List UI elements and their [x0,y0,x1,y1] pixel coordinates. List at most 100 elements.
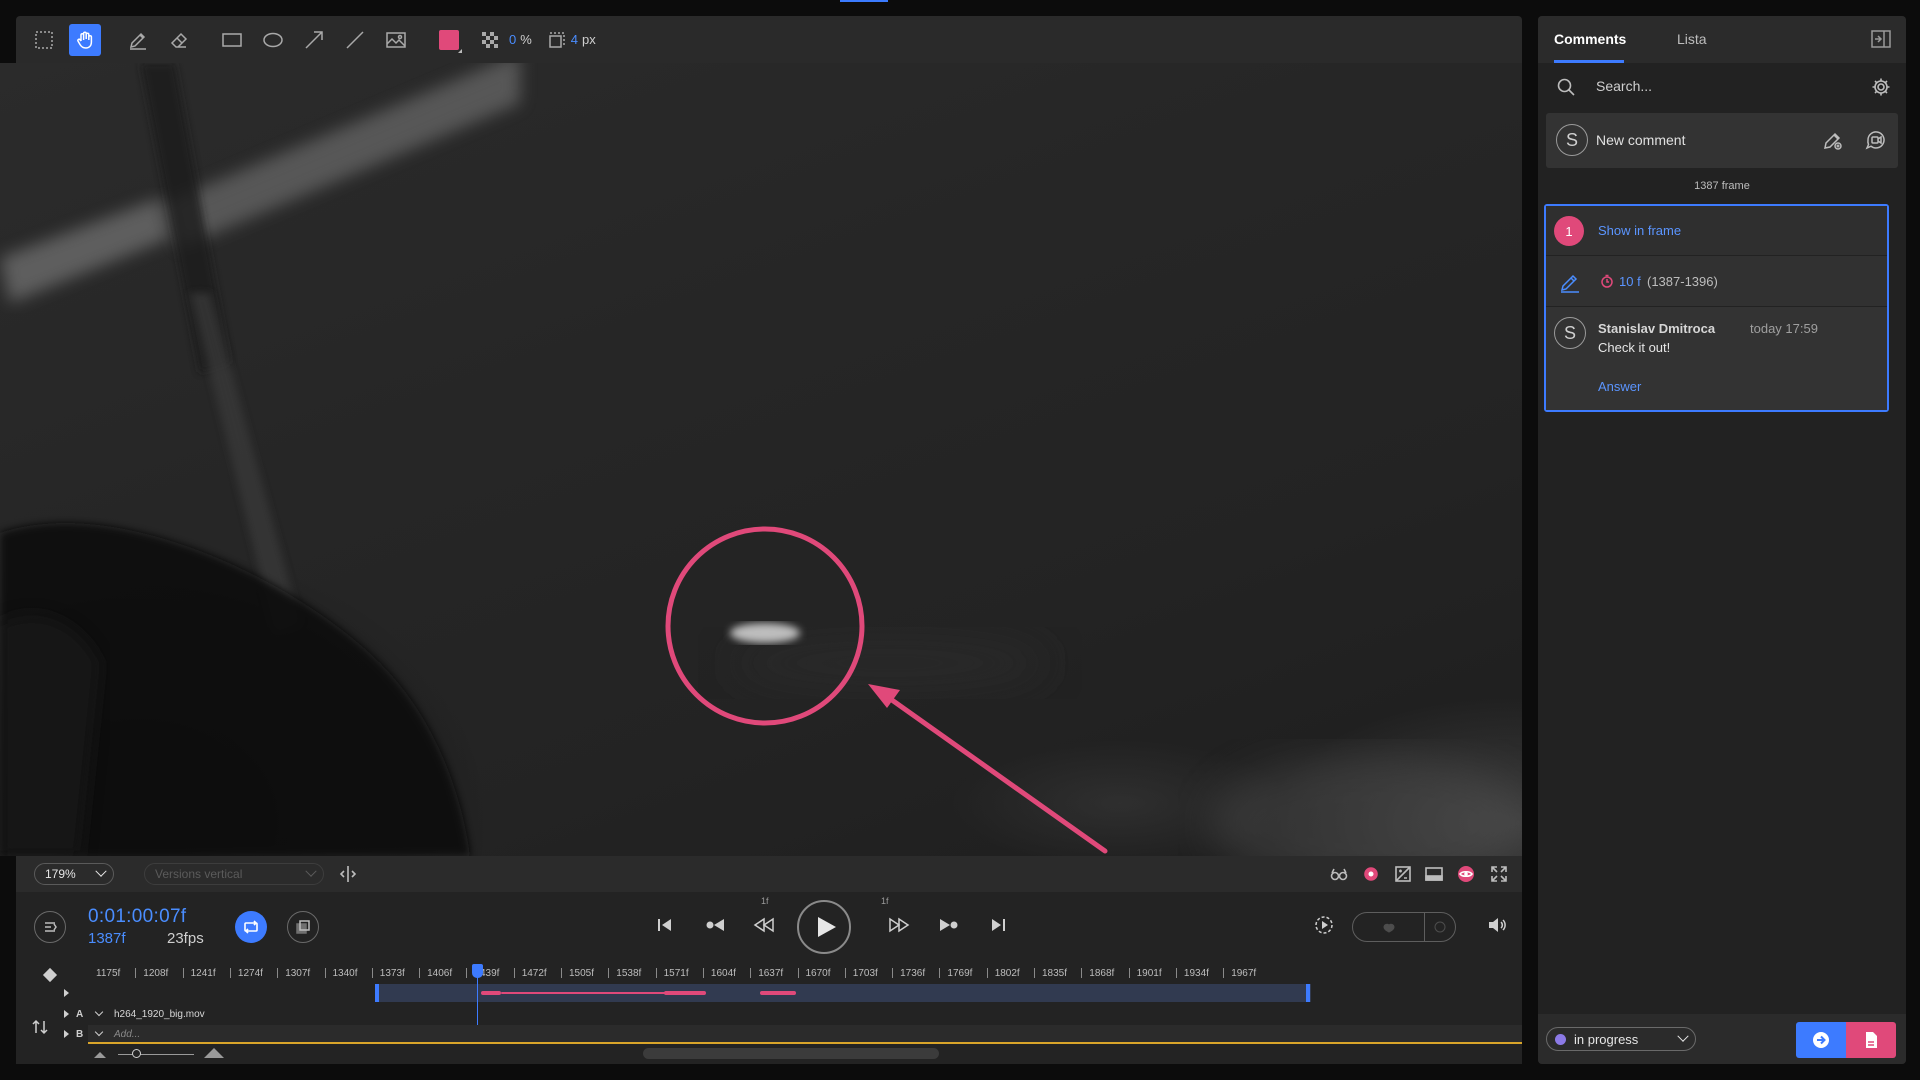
send-button[interactable] [1796,1022,1846,1058]
compare-left[interactable] [1353,913,1425,941]
next-comment-icon[interactable] [934,910,964,940]
frame-group-header: 1387 frame [1694,180,1750,192]
record-icon[interactable] [1361,864,1381,884]
image-icon[interactable] [380,24,412,56]
prev-comment-icon[interactable] [700,910,730,940]
versions-select[interactable]: Versions vertical [144,863,324,885]
tab-comments[interactable]: Comments [1554,31,1626,47]
collapse-panel-icon[interactable] [1870,28,1892,50]
go-to-end-icon[interactable] [983,910,1013,940]
video-comment-icon[interactable] [1864,128,1888,152]
light-reflection [730,623,800,643]
volume-icon[interactable] [1483,910,1513,940]
hand-icon[interactable] [69,23,101,56]
track-a-name: h264_1920_big.mov [114,1008,205,1020]
fullscreen-icon[interactable] [1489,864,1509,884]
timeline-tick-label: 1241f [190,968,216,979]
loop-button[interactable] [235,911,267,943]
status-select[interactable]: in progress [1546,1027,1696,1051]
track-b-add[interactable]: Add... [114,1029,140,1040]
comments-panel: Comments Lista S New comment 1387 frame … [1538,16,1906,1064]
compare-toggle[interactable] [1352,912,1456,942]
avatar: S [1556,124,1588,156]
timeline[interactable]: 1175f 1208f 1241f 1274f 1307f 1340f 1373f 1406f… [16,962,1522,1064]
search-input[interactable] [1596,73,1846,99]
search-row [1538,63,1906,109]
exposure-icon[interactable] [1393,864,1413,884]
stroke-width-value[interactable]: 4 [571,32,578,47]
chevron-down-icon[interactable] [94,1007,104,1017]
track-a-expand-icon[interactable] [64,1010,69,1018]
timeline-zoom-slider[interactable] [118,1054,194,1055]
compare-right[interactable] [1425,913,1455,941]
comment-card[interactable]: 1 Show in frame 10 f (1387-1396) S Stani… [1544,204,1889,412]
select-rect-icon[interactable] [28,24,60,56]
zoom-in-icon[interactable] [204,1048,224,1058]
playhead-handle[interactable] [472,964,483,978]
step-back-icon[interactable] [749,910,779,940]
swap-tracks-icon[interactable] [31,1018,49,1036]
timeline-tick-label: 1934f [1183,968,1209,979]
zoom-out-icon[interactable] [94,1052,106,1058]
timeline-scrollbar[interactable] [643,1048,939,1059]
comment-marker[interactable] [481,991,501,995]
chevron-down-icon[interactable] [94,1027,104,1037]
expand-triangle-icon[interactable] [64,989,69,997]
pdf-icon [1866,1032,1877,1048]
range-start-handle[interactable] [375,984,379,1002]
timeline-tick-label: 1769f [947,968,973,979]
arrow-icon[interactable] [298,24,330,56]
annotation-arrow-line[interactable] [879,690,1108,854]
new-comment-box[interactable]: S New comment [1546,113,1898,168]
timeline-tick-label: 1340f [332,968,358,979]
go-to-start-icon[interactable] [650,910,680,940]
gear-icon[interactable] [1871,77,1891,97]
zoom-select[interactable]: 179% [34,863,114,885]
overlay-button[interactable] [287,911,319,943]
timecode[interactable]: 0:01:00:07f [88,906,186,928]
split-view-icon[interactable] [338,864,358,884]
visibility-eye-icon[interactable] [1456,864,1476,884]
show-in-frame-link[interactable]: Show in frame [1598,223,1681,238]
color-picker-button[interactable] [433,24,465,56]
ellipse-icon[interactable] [257,24,289,56]
timeline-tick-label: 1604f [710,968,736,979]
rectangle-icon[interactable] [216,24,248,56]
annotations-toggle-button[interactable] [34,911,66,943]
eraser-icon[interactable] [163,24,195,56]
timeline-ruler[interactable]: 1175f 1208f 1241f 1274f 1307f 1340f 1373f 1406f… [88,962,1522,984]
timeline-tick [844,968,846,978]
tab-lista[interactable]: Lista [1677,31,1707,47]
range-end-handle[interactable] [1306,984,1310,1002]
opacity-value[interactable]: 0 [509,32,516,47]
track-b[interactable]: Add... [88,1025,1522,1043]
step-back-label: 1f [761,896,769,906]
playback-speed-icon[interactable] [1309,910,1339,940]
compare-glasses-icon[interactable] [1329,864,1349,884]
comment-marker[interactable] [664,991,706,995]
timeline-tick-label: 1703f [852,968,878,979]
track-a[interactable]: h264_1920_big.mov [88,1005,1522,1023]
answer-link[interactable]: Answer [1598,379,1641,394]
stroke-width-icon[interactable] [544,24,568,56]
comment-marker[interactable] [760,991,796,995]
track-a-letter: A [76,1009,84,1020]
keyframe-diamond-icon[interactable] [42,967,58,983]
timeline-tick-label: 1373f [379,968,405,979]
pen-icon[interactable] [122,24,154,56]
export-pdf-button[interactable] [1846,1022,1896,1058]
track-b-expand-icon[interactable] [64,1030,69,1038]
comment-header-row[interactable]: 1 Show in frame [1546,206,1887,256]
frame-number[interactable]: 1387f [88,930,126,947]
step-forward-label: 1f [881,896,889,906]
draw-pen-icon[interactable] [1820,128,1844,152]
safe-frame-icon[interactable] [1424,864,1444,884]
play-button[interactable] [797,900,851,954]
timeline-tick [135,968,137,978]
step-forward-icon[interactable] [884,910,914,940]
timeline-zoom-knob[interactable] [132,1049,141,1058]
fps-label: 23fps [167,930,204,947]
video-viewer[interactable] [0,63,1522,856]
opacity-icon[interactable] [474,24,506,56]
line-icon[interactable] [339,24,371,56]
